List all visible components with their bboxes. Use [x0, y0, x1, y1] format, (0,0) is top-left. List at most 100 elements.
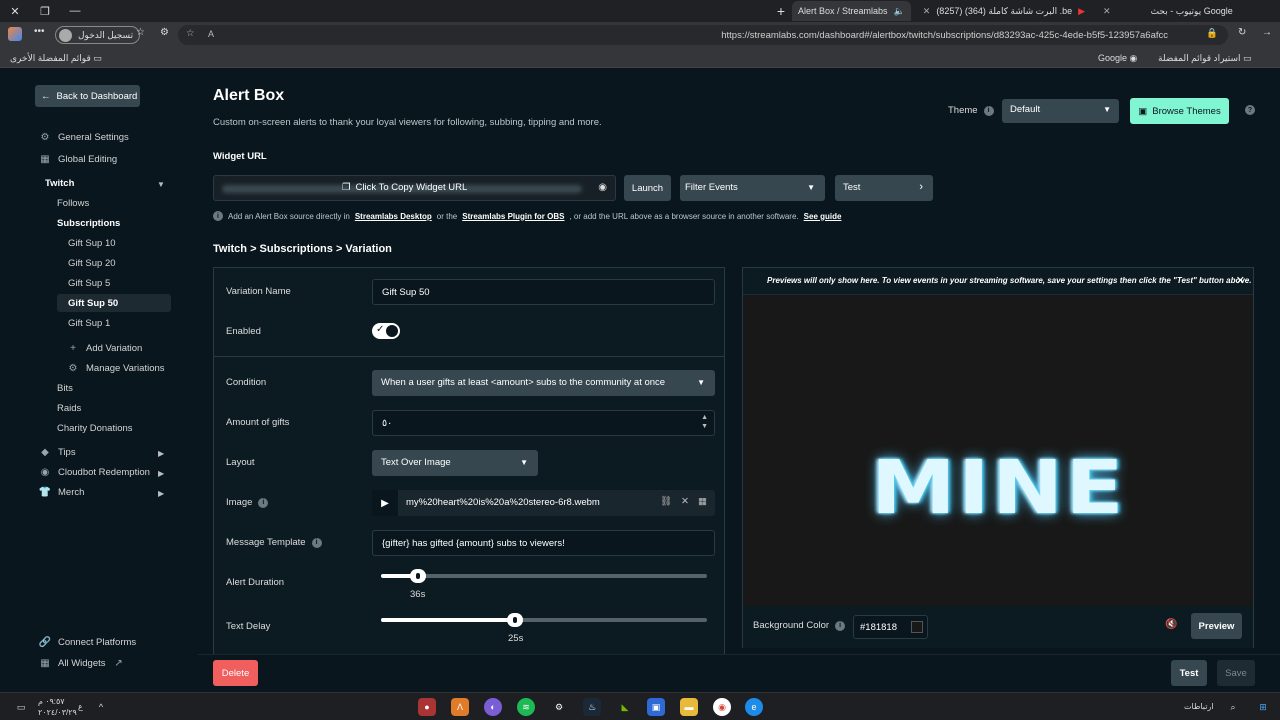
info-icon[interactable]: i: [835, 620, 846, 631]
clock-date[interactable]: ٢٠٢٤/٠٣/٢٩: [38, 708, 77, 717]
manage-variations-button[interactable]: ⚙ Manage Variations: [68, 363, 165, 374]
language-indicator[interactable]: ع: [78, 702, 83, 711]
chevron-right-icon[interactable]: ▶: [158, 489, 164, 498]
sidebar-variation-gift-sup-50[interactable]: Gift Sup 50: [68, 298, 118, 309]
nvidia-icon[interactable]: ◣: [616, 698, 634, 716]
sidebar-variation-gift-sup-5[interactable]: Gift Sup 5: [68, 278, 110, 289]
steam-icon[interactable]: ♨: [583, 698, 601, 716]
message-template-input[interactable]: {gifter} has gifted {amount} subs to vie…: [372, 530, 715, 556]
sidebar-item-all-widgets[interactable]: ▦ All Widgets ↗: [40, 658, 124, 669]
test-dropdown[interactable]: Test ›: [835, 175, 933, 201]
search-icon[interactable]: ⌕: [1224, 698, 1242, 716]
test-button[interactable]: Test: [1171, 660, 1207, 686]
clock-time[interactable]: ٠٩:٥٧ م: [38, 697, 65, 706]
sidebar-item-twitch[interactable]: Twitch: [45, 178, 74, 189]
other-favorites-link[interactable]: قوائم المفضلة الأخرى ▭: [10, 53, 102, 64]
theme-select[interactable]: Default ▼: [1002, 99, 1119, 123]
restore-window-icon[interactable]: ❐: [30, 0, 60, 22]
tab-youtube[interactable]: ✕ (8257) البرت شاشة كاملة (364) .be ▶: [911, 1, 1091, 21]
sign-in-button[interactable]: تسجيل الدخول: [55, 26, 141, 44]
copilot-icon[interactable]: [8, 27, 22, 41]
store-icon[interactable]: ▣: [647, 698, 665, 716]
filter-events-dropdown[interactable]: Filter Events ▼: [680, 175, 825, 201]
read-aloud-icon[interactable]: A: [208, 29, 214, 39]
link-icon[interactable]: ⛓: [660, 496, 672, 507]
close-icon[interactable]: ✕: [1236, 274, 1245, 287]
chevron-right-icon[interactable]: ▶: [158, 449, 164, 458]
sidebar-item-general-settings[interactable]: ⚙ General Settings: [40, 132, 129, 143]
close-tab-icon[interactable]: ✕: [923, 6, 931, 17]
spotify-icon[interactable]: ≋: [517, 698, 535, 716]
launch-button[interactable]: Launch: [624, 175, 671, 201]
alert-duration-slider[interactable]: [381, 569, 707, 583]
tab-google-search[interactable]: ✕ يوتيوب - بحث Google: [1091, 1, 1239, 21]
minimize-window-icon[interactable]: —: [60, 0, 90, 22]
sidebar-item-charity-donations[interactable]: Charity Donations: [57, 423, 133, 434]
sidebar-variation-gift-sup-1[interactable]: Gift Sup 1: [68, 318, 110, 329]
enabled-toggle[interactable]: ✓: [372, 323, 400, 339]
preview-button[interactable]: Preview: [1191, 613, 1242, 639]
background-color-input[interactable]: #181818: [853, 615, 928, 639]
import-favorites-link[interactable]: استيراد قوائم المفضلة ▭: [1158, 53, 1252, 64]
sidebar-variation-gift-sup-10[interactable]: Gift Sup 10: [68, 238, 116, 249]
windows-start-icon[interactable]: ⊞: [1254, 698, 1272, 716]
slider-handle[interactable]: [506, 613, 523, 627]
url-bar[interactable]: ☆ A https://streamlabs.com/dashboard#/al…: [178, 25, 1228, 45]
obs-plugin-link[interactable]: Streamlabs Plugin for OBS: [462, 212, 564, 221]
streamlabs-desktop-link[interactable]: Streamlabs Desktop: [355, 212, 432, 221]
more-menu-icon[interactable]: •••: [34, 26, 45, 37]
sidebar-item-cloudbot-redemption[interactable]: ◉ Cloudbot Redemption: [40, 467, 150, 478]
close-tab-icon[interactable]: ✕: [1103, 6, 1111, 17]
eye-icon[interactable]: ◉: [598, 182, 607, 193]
chrome-icon[interactable]: ◉: [713, 698, 731, 716]
app-icon-3[interactable]: ◐: [484, 698, 502, 716]
amount-of-gifts-input[interactable]: ٥٠ ▲ ▼: [372, 410, 715, 436]
favorites-icon[interactable]: ☆: [136, 27, 145, 38]
notification-icon[interactable]: ▭: [12, 698, 30, 716]
extensions-icon[interactable]: ⚙: [160, 27, 169, 38]
new-tab-button[interactable]: +: [770, 1, 792, 21]
text-delay-slider[interactable]: [381, 613, 707, 627]
close-window-icon[interactable]: ✕: [0, 0, 30, 22]
file-explorer-icon[interactable]: ▬: [680, 698, 698, 716]
slider-handle[interactable]: [410, 569, 427, 583]
mute-icon[interactable]: 🔇: [1165, 619, 1177, 630]
image-media-field[interactable]: ▶ my%20heart%20is%20a%20stereo-6r8.webm …: [372, 490, 715, 516]
sidebar-item-bits[interactable]: Bits: [57, 383, 73, 394]
add-variation-button[interactable]: + Add Variation: [68, 343, 142, 354]
sidebar-item-follows[interactable]: Follows: [57, 198, 89, 209]
forward-icon[interactable]: →: [1262, 27, 1272, 38]
sidebar-item-raids[interactable]: Raids: [57, 403, 81, 414]
chevron-down-icon[interactable]: ▼: [157, 180, 165, 189]
save-button[interactable]: Save: [1217, 660, 1255, 686]
stepper-arrows-icon[interactable]: ▲ ▼: [701, 413, 708, 431]
speaker-icon[interactable]: 🔈: [894, 6, 905, 17]
gallery-icon[interactable]: ▦: [698, 496, 707, 507]
chevron-right-icon[interactable]: ▶: [158, 469, 164, 478]
info-icon[interactable]: i: [983, 105, 994, 116]
sidebar-item-subscriptions[interactable]: Subscriptions: [57, 218, 120, 229]
copy-widget-url[interactable]: ❐ Click To Copy Widget URL: [342, 182, 467, 193]
lock-icon[interactable]: 🔒: [1206, 28, 1218, 39]
refresh-icon[interactable]: ↻: [1238, 27, 1246, 38]
back-to-dashboard-button[interactable]: ← Back to Dashboard: [35, 85, 140, 107]
variation-name-input[interactable]: Gift Sup 50: [372, 279, 715, 305]
sidebar-item-merch[interactable]: 👕 Merch: [39, 487, 85, 498]
browse-themes-button[interactable]: ▣ Browse Themes: [1130, 98, 1229, 124]
app-icon-2[interactable]: Λ: [451, 698, 469, 716]
sidebar-item-tips[interactable]: ◆ Tips: [40, 447, 75, 458]
chevron-up-icon[interactable]: ^: [92, 698, 110, 716]
sidebar-variation-gift-sup-20[interactable]: Gift Sup 20: [68, 258, 116, 269]
app-icon-1[interactable]: ●: [418, 698, 436, 716]
google-bookmark[interactable]: Google ◉: [1098, 53, 1137, 64]
remove-icon[interactable]: ✕: [681, 496, 689, 507]
star-icon[interactable]: ☆: [186, 28, 195, 39]
info-icon[interactable]: i: [311, 537, 322, 548]
network-label[interactable]: ارتباطات: [1184, 702, 1214, 711]
sidebar-item-global-editing[interactable]: ▦ Global Editing: [40, 154, 117, 165]
info-icon[interactable]: i: [258, 497, 269, 508]
see-guide-link[interactable]: See guide: [804, 212, 842, 221]
steelseries-icon[interactable]: ⚙: [550, 698, 568, 716]
layout-select[interactable]: Text Over Image ▼: [372, 450, 538, 476]
tab-alert-box[interactable]: Alert Box / Streamlabs 🔈: [792, 1, 911, 21]
